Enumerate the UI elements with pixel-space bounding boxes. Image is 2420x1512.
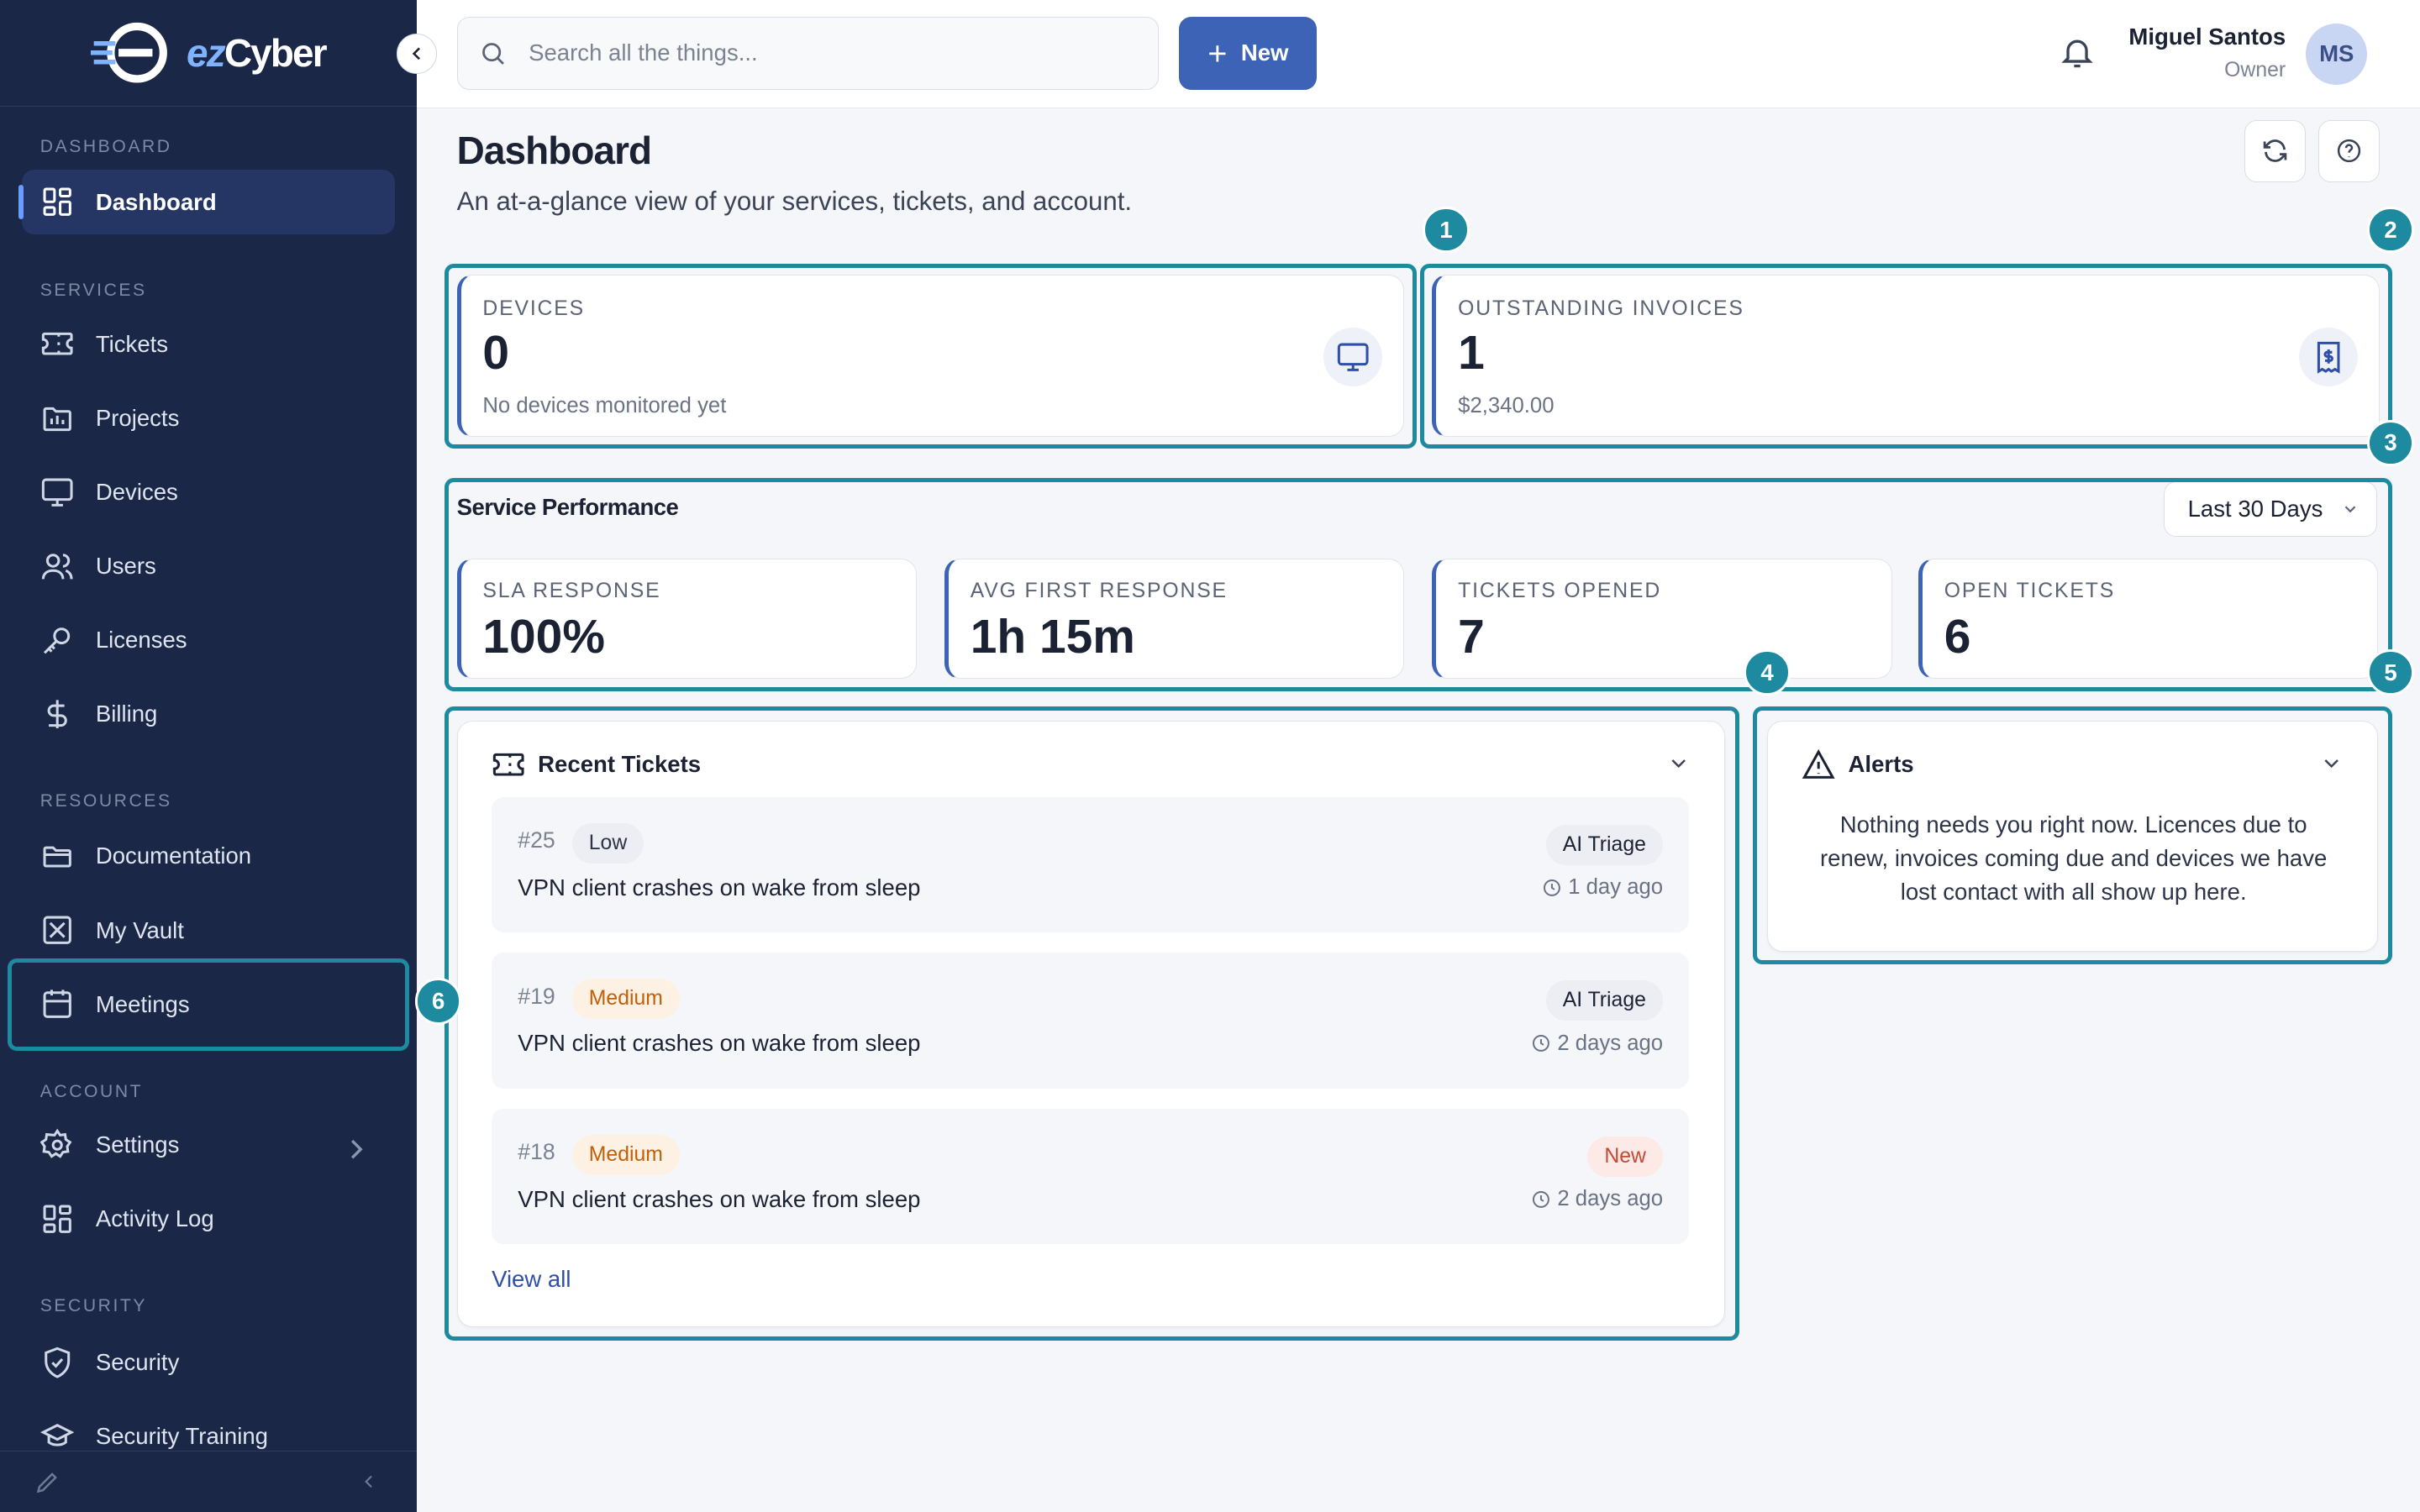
plus-icon [1209, 45, 1226, 61]
new-button[interactable]: New [1179, 17, 1317, 90]
highlight-frame-devices [444, 264, 1418, 449]
sidebar: ezCyber DASHBOARD Dashboard SERVICES Tic… [0, 0, 417, 1512]
page-subtitle: An at-a-glance view of your services, ti… [456, 186, 1133, 217]
sidebar-item-label: Security Training [95, 1422, 269, 1449]
vault-icon [43, 916, 71, 945]
sidebar-item-label: Projects [95, 404, 180, 431]
callout-badge-6: 6 [415, 978, 462, 1025]
graduation-cap-icon [39, 1423, 75, 1446]
highlight-frame-alerts [1753, 706, 2392, 964]
folder-icon [43, 846, 71, 868]
chevron-left-icon[interactable] [358, 1471, 380, 1493]
ticket-icon [41, 333, 73, 355]
callout-badge-5: 5 [2367, 649, 2414, 696]
sidebar-item-label: Users [95, 553, 156, 580]
callout-badge-3: 3 [2367, 419, 2414, 466]
sidebar-item-licenses[interactable]: Licenses [22, 608, 395, 673]
help-button[interactable] [2317, 120, 2381, 182]
sidebar-item-label: Settings [95, 1131, 180, 1158]
user-role: Owner [2224, 58, 2286, 81]
grid-icon [43, 1205, 71, 1233]
sidebar-item-activity-log[interactable]: Activity Log [22, 1186, 395, 1251]
sidebar-footer [0, 1450, 417, 1512]
user-name[interactable]: Miguel Santos [2128, 24, 2286, 50]
sidebar-item-label: Tickets [95, 330, 169, 357]
avatar[interactable]: MS [2306, 23, 2368, 85]
search-icon [482, 42, 505, 65]
new-button-label: New [1240, 39, 1289, 66]
brand-name: ezCyber [187, 30, 328, 75]
section-label-services: SERVICES [39, 281, 147, 301]
logo-mark-icon [91, 23, 168, 83]
help-icon [2337, 139, 2361, 163]
sidebar-item-billing[interactable]: Billing [22, 682, 395, 747]
key-icon [43, 627, 70, 654]
sidebar-item-devices[interactable]: Devices [22, 459, 395, 524]
sidebar-collapse-button[interactable] [397, 34, 437, 75]
sidebar-item-label: My Vault [95, 916, 184, 943]
highlight-frame-invoices [1419, 264, 2392, 449]
logo-area: ezCyber [0, 0, 417, 107]
page-title: Dashboard [456, 129, 652, 173]
sidebar-item-tickets[interactable]: Tickets [22, 312, 395, 376]
sidebar-item-security[interactable]: Security [22, 1330, 395, 1394]
shield-icon [44, 1347, 70, 1378]
refresh-button[interactable] [2244, 120, 2306, 182]
brand-logo[interactable]: ezCyber [91, 22, 328, 83]
sidebar-item-label: Activity Log [95, 1205, 214, 1231]
edit-icon[interactable] [34, 1468, 61, 1496]
section-label-account: ACCOUNT [39, 1081, 144, 1101]
callout-badge-4: 4 [1744, 649, 1791, 696]
sidebar-item-documentation[interactable]: Documentation [22, 824, 395, 889]
chevron-left-icon [412, 47, 421, 60]
gear-icon [39, 1128, 72, 1158]
bell-icon[interactable] [2059, 34, 2096, 71]
highlight-frame-recent-tickets [444, 706, 1739, 1341]
sidebar-item-label: Security [95, 1348, 180, 1375]
dollar-icon [47, 700, 67, 729]
sidebar-item-my-vault[interactable]: My Vault [22, 898, 395, 963]
section-label-dashboard: DASHBOARD [39, 137, 172, 157]
sidebar-item-label: Documentation [95, 843, 252, 869]
callout-badge-2: 2 [2367, 207, 2414, 254]
highlight-frame-meetings [8, 958, 409, 1051]
sidebar-item-dashboard[interactable]: Dashboard [18, 170, 396, 235]
section-label-resources: RESOURCES [39, 791, 172, 811]
monitor-icon [41, 478, 73, 507]
grid-icon [43, 187, 71, 217]
top-bar: New Miguel Santos Owner MS [416, 0, 2420, 108]
sidebar-item-projects[interactable]: Projects [22, 386, 395, 450]
sidebar-item-label: Devices [95, 478, 178, 505]
sidebar-item-label: Dashboard [95, 188, 217, 215]
sidebar-item-settings[interactable]: Settings [22, 1112, 395, 1177]
sidebar-item-label: Licenses [95, 627, 187, 654]
refresh-icon [2263, 139, 2287, 163]
chevron-right-icon [351, 1140, 363, 1159]
callout-badge-1: 1 [1423, 207, 1470, 254]
highlight-frame-performance [444, 478, 2392, 691]
projects-icon [43, 407, 71, 431]
section-label-security: SECURITY [39, 1295, 148, 1315]
sidebar-item-users[interactable]: Users [22, 533, 395, 598]
users-icon [41, 554, 73, 580]
search-box[interactable] [456, 17, 1160, 90]
sidebar-item-label: Billing [95, 701, 158, 727]
search-input[interactable] [529, 39, 1116, 67]
